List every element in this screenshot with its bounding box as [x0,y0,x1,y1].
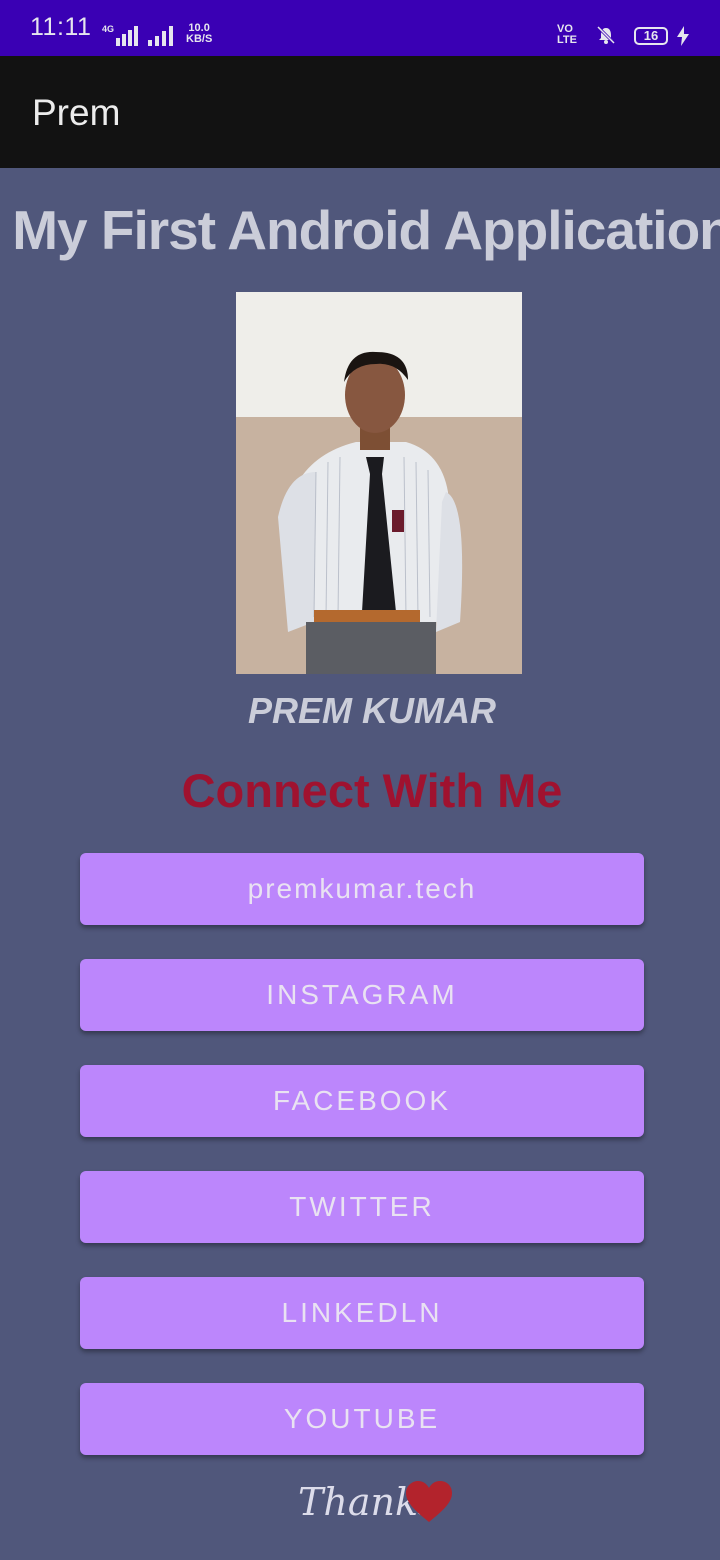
connect-title: Connect With Me [181,764,563,817]
app-bar: Prem [0,56,720,168]
network-type: 4G [102,24,115,34]
youtube-button[interactable]: YOUTUBE [80,1383,644,1455]
linkedin-button[interactable]: LINKEDLN [80,1277,644,1349]
profile-photo [236,292,522,674]
heart-icon [406,1481,452,1522]
volte-sub-label: LTE [557,34,577,46]
website-button[interactable]: premkumar.tech [80,853,644,925]
app-title: Prem [32,92,121,133]
thanks-footer: Thanks [298,1478,458,1528]
signal-icon [148,24,178,46]
profile-name: PREM KUMAR [248,690,496,731]
instagram-button[interactable]: INSTAGRAM [80,959,644,1031]
page-heading: My First Android Application [12,199,720,261]
facebook-button[interactable]: FACEBOOK [80,1065,644,1137]
status-bar: 11:11 4G 10.0 KB/S VO LTE 16 [0,0,720,56]
speed-unit: KB/S [186,33,213,45]
volte-indicator: VO LTE [557,24,577,46]
twitter-button[interactable]: TWITTER [80,1171,644,1243]
network-speed: 10.0 KB/S [186,23,212,45]
battery-icon: 16 [634,27,668,45]
status-time: 11:11 [30,13,92,41]
signal-icon [116,24,142,46]
mute-vibrate-icon [596,25,616,45]
charging-icon [677,26,689,46]
